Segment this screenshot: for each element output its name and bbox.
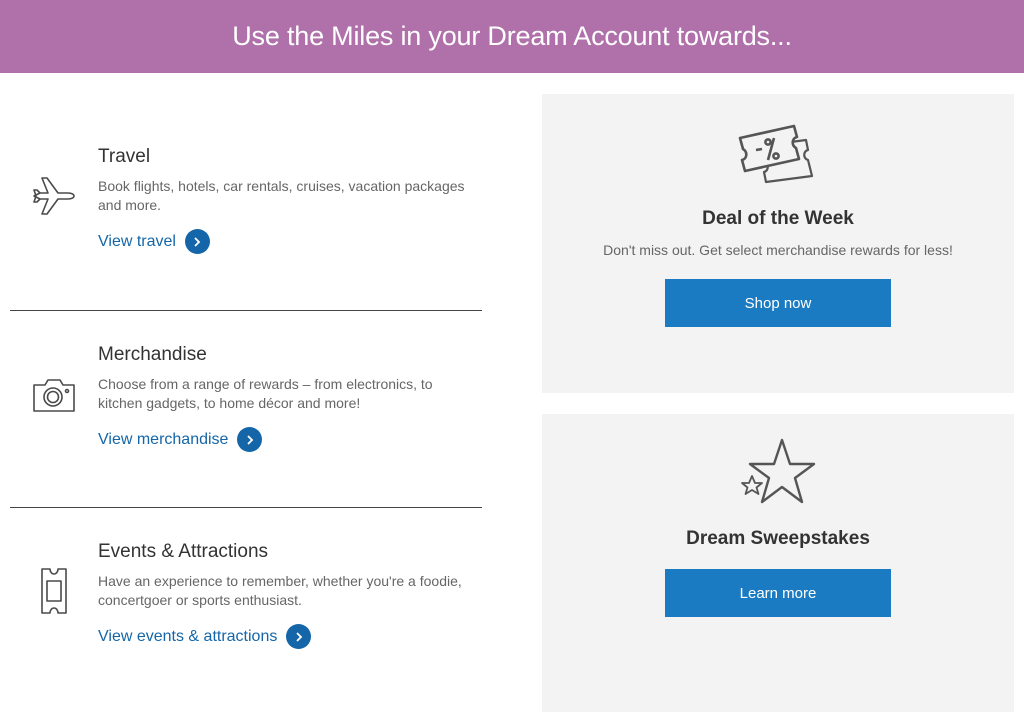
category-description: Have an experience to remember, whether … <box>98 573 462 608</box>
category-title: Merchandise <box>98 344 207 365</box>
shop-now-button[interactable]: Shop now <box>665 279 891 327</box>
category-travel: Travel Book flights, hotels, car rentals… <box>10 140 482 260</box>
category-title: Travel <box>98 146 151 167</box>
camera-icon <box>30 371 78 419</box>
view-travel-link[interactable]: View travel <box>98 229 210 254</box>
category-description: Book flights, hotels, car rentals, cruis… <box>98 178 465 213</box>
star-icon <box>736 436 820 517</box>
category-events-attractions: Events & Attractions Have an experience … <box>10 535 482 655</box>
view-events-attractions-link[interactable]: View events & attractions <box>98 624 312 649</box>
chevron-right-icon <box>286 624 312 649</box>
chevron-right-icon <box>237 427 263 452</box>
link-label: View travel <box>98 232 176 250</box>
card-title: Dream Sweepstakes <box>686 528 870 549</box>
chevron-right-icon <box>184 229 210 254</box>
category-merchandise: Merchandise Choose from a range of rewar… <box>10 338 482 458</box>
banner-title: Use the Miles in your Dream Account towa… <box>232 21 792 51</box>
card-title: Deal of the Week <box>702 208 854 229</box>
card-subtitle: Don't miss out. Get select merchandise r… <box>603 242 953 258</box>
view-merchandise-link[interactable]: View merchandise <box>98 427 263 452</box>
dream-sweepstakes-card: Dream Sweepstakes Learn more <box>542 414 1014 712</box>
category-title: Events & Attractions <box>98 541 269 562</box>
banner: Use the Miles in your Dream Account towa… <box>0 0 1024 73</box>
category-description: Choose from a range of rewards – from el… <box>98 376 433 411</box>
discount-ticket-icon <box>736 120 820 193</box>
airplane-icon <box>30 172 78 220</box>
link-label: View merchandise <box>98 430 229 448</box>
ticket-icon <box>30 565 78 614</box>
divider <box>10 310 482 311</box>
deal-of-the-week-card: Deal of the Week Don't miss out. Get sel… <box>542 94 1014 393</box>
link-label: View events & attractions <box>98 627 278 645</box>
divider <box>10 507 482 508</box>
learn-more-button[interactable]: Learn more <box>665 569 891 617</box>
